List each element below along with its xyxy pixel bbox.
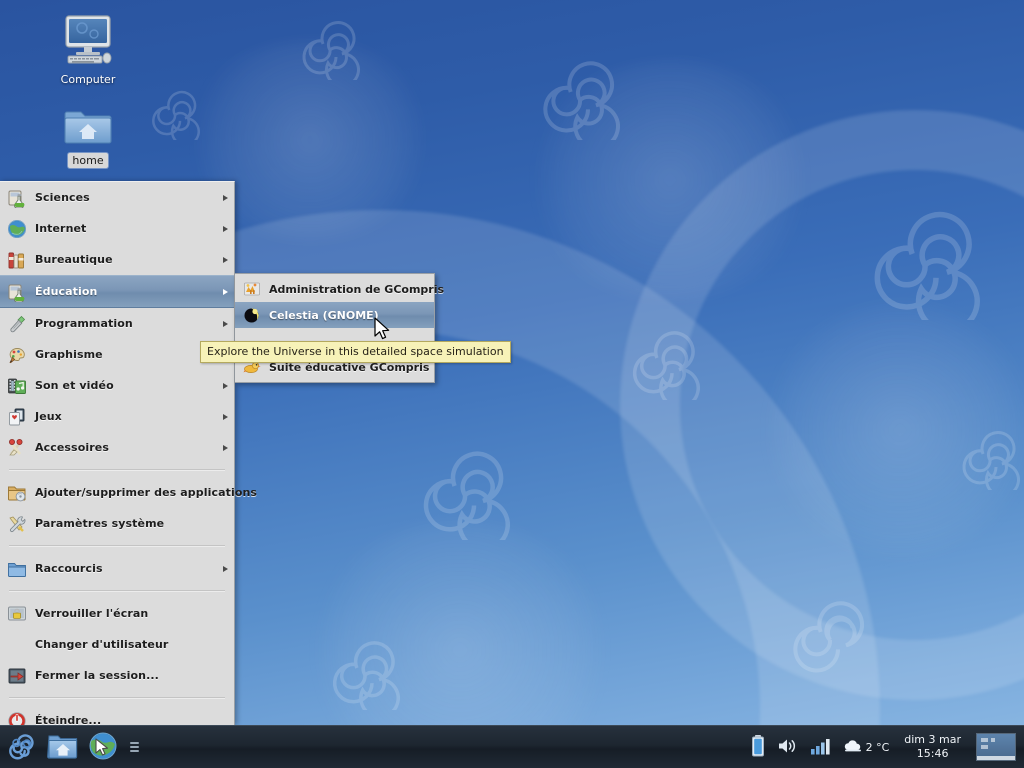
no-icon-placeholder [7, 635, 27, 655]
playing-cards-icon [7, 407, 27, 427]
menu-item-label: Jeux [35, 410, 62, 423]
menu-item-education[interactable]: Éducation [0, 275, 234, 308]
gcompris-admin-icon [243, 280, 261, 298]
submenu-item-gcompris-admin[interactable]: Administration de GCompris [235, 276, 444, 302]
temperature-label: 2 °C [865, 740, 890, 754]
celestia-planet-icon [243, 306, 261, 324]
menu-item-label: Son et vidéo [35, 379, 114, 392]
menu-item-label: Programmation [35, 317, 133, 330]
battery-icon[interactable] [750, 734, 766, 761]
menu-separator [9, 697, 225, 699]
submenu-arrow-icon [223, 194, 228, 201]
menu-item-label: Fermer la session... [35, 669, 159, 682]
weather-cloud-icon [843, 738, 863, 757]
menu-separator [9, 469, 225, 471]
menu-item-raccourcis[interactable]: Raccourcis [0, 553, 234, 584]
taskbar-launchers[interactable] [0, 731, 139, 763]
accessories-icon [7, 438, 27, 458]
office-books-icon [7, 250, 27, 270]
submenu-arrow-icon [223, 444, 228, 451]
menu-item-label: Graphisme [35, 348, 103, 361]
menu-item-label: Bureautique [35, 253, 113, 266]
menu-item-son-et-video[interactable]: Son et vidéo [0, 370, 234, 401]
application-menu[interactable]: Sciences Internet Bureautique Éducation … [0, 181, 257, 730]
mouse-cursor [374, 317, 392, 347]
menu-item-lock-screen[interactable]: Verrouiller l'écran [0, 598, 234, 629]
panel-handle[interactable] [129, 736, 139, 758]
submenu-item-label: Administration de GCompris [269, 282, 445, 296]
desktop-icon-home[interactable]: home [40, 105, 136, 168]
logout-icon [7, 666, 27, 686]
menu-item-accessoires[interactable]: Accessoires [0, 432, 234, 463]
menu-item-add-remove-applications[interactable]: Ajouter/supprimer des applications [0, 477, 257, 508]
desktop-icon-computer[interactable]: Computer [40, 14, 136, 87]
trowel-icon [7, 314, 27, 334]
menu-item-sciences[interactable]: Sciences [0, 182, 234, 213]
menu-item-label: Accessoires [35, 441, 109, 454]
folder-icon [7, 559, 27, 579]
package-install-icon [7, 483, 27, 503]
clock[interactable]: dim 3 mar 15:46 [900, 733, 965, 761]
submenu-item-label: Celestia (GNOME) [269, 308, 379, 322]
desktop-screen: Computer home Sciences Internet Bureauti… [0, 0, 1024, 768]
menu-item-programmation[interactable]: Programmation [0, 308, 234, 339]
menu-separator [9, 545, 225, 547]
multimedia-icon [7, 376, 27, 396]
education-submenu[interactable]: Administration de GCompris Celestia (GNO… [235, 273, 444, 383]
home-folder-icon [40, 105, 136, 150]
web-browser-icon[interactable] [88, 731, 120, 763]
submenu-arrow-icon [223, 320, 228, 327]
menu-item-internet[interactable]: Internet [0, 213, 234, 244]
submenu-arrow-icon [223, 382, 228, 389]
menu-item-label: Sciences [35, 191, 90, 204]
desktop-icon-label: Computer [60, 73, 116, 86]
menu-item-system-settings[interactable]: Paramètres système [0, 508, 234, 539]
volume-icon[interactable] [777, 736, 799, 759]
taskbar[interactable]: 2 °C dim 3 mar 15:46 [0, 725, 1024, 768]
menu-item-logout[interactable]: Fermer la session... [0, 660, 234, 691]
menu-item-label: Raccourcis [35, 562, 103, 575]
clock-date: dim 3 mar [904, 733, 961, 746]
submenu-arrow-icon [223, 565, 228, 572]
computer-monitor-icon [40, 14, 136, 69]
submenu-arrow-icon [223, 288, 228, 295]
weather-indicator[interactable]: 2 °C [843, 738, 890, 757]
submenu-item-celestia[interactable]: Celestia (GNOME) [235, 302, 434, 328]
tooltip-text: Explore the Universe in this detailed sp… [207, 345, 504, 358]
home-folder-icon[interactable] [47, 731, 79, 763]
workspace-switcher[interactable] [976, 733, 1016, 761]
science-flask-icon [7, 188, 27, 208]
mandriva-star-icon[interactable] [6, 731, 38, 763]
submenu-arrow-icon [223, 256, 228, 263]
system-tools-icon [7, 514, 27, 534]
menu-item-bureautique[interactable]: Bureautique [0, 244, 234, 275]
network-signal-icon[interactable] [810, 736, 832, 759]
menu-item-label: Paramètres système [35, 517, 165, 530]
lock-screen-icon [7, 604, 27, 624]
menu-item-label: Changer d'utilisateur [35, 638, 169, 651]
menu-item-switch-user[interactable]: Changer d'utilisateur [0, 629, 234, 660]
menu-item-label: Internet [35, 222, 87, 235]
system-tray[interactable]: 2 °C dim 3 mar 15:46 [750, 733, 1024, 761]
desktop-icon-label: home [68, 153, 108, 168]
menu-item-label: Ajouter/supprimer des applications [35, 486, 258, 499]
menu-item-label: Éducation [35, 285, 98, 298]
palette-icon [7, 345, 27, 365]
submenu-arrow-icon [223, 413, 228, 420]
menu-item-label: Verrouiller l'écran [35, 607, 149, 620]
tooltip: Explore the Universe in this detailed sp… [200, 341, 511, 363]
education-flask-icon [7, 282, 27, 302]
globe-icon [7, 219, 27, 239]
menu-separator [9, 590, 225, 592]
submenu-arrow-icon [223, 225, 228, 232]
clock-time: 15:46 [916, 747, 949, 760]
menu-item-graphisme[interactable]: Graphisme [0, 339, 234, 370]
menu-item-jeux[interactable]: Jeux [0, 401, 234, 432]
